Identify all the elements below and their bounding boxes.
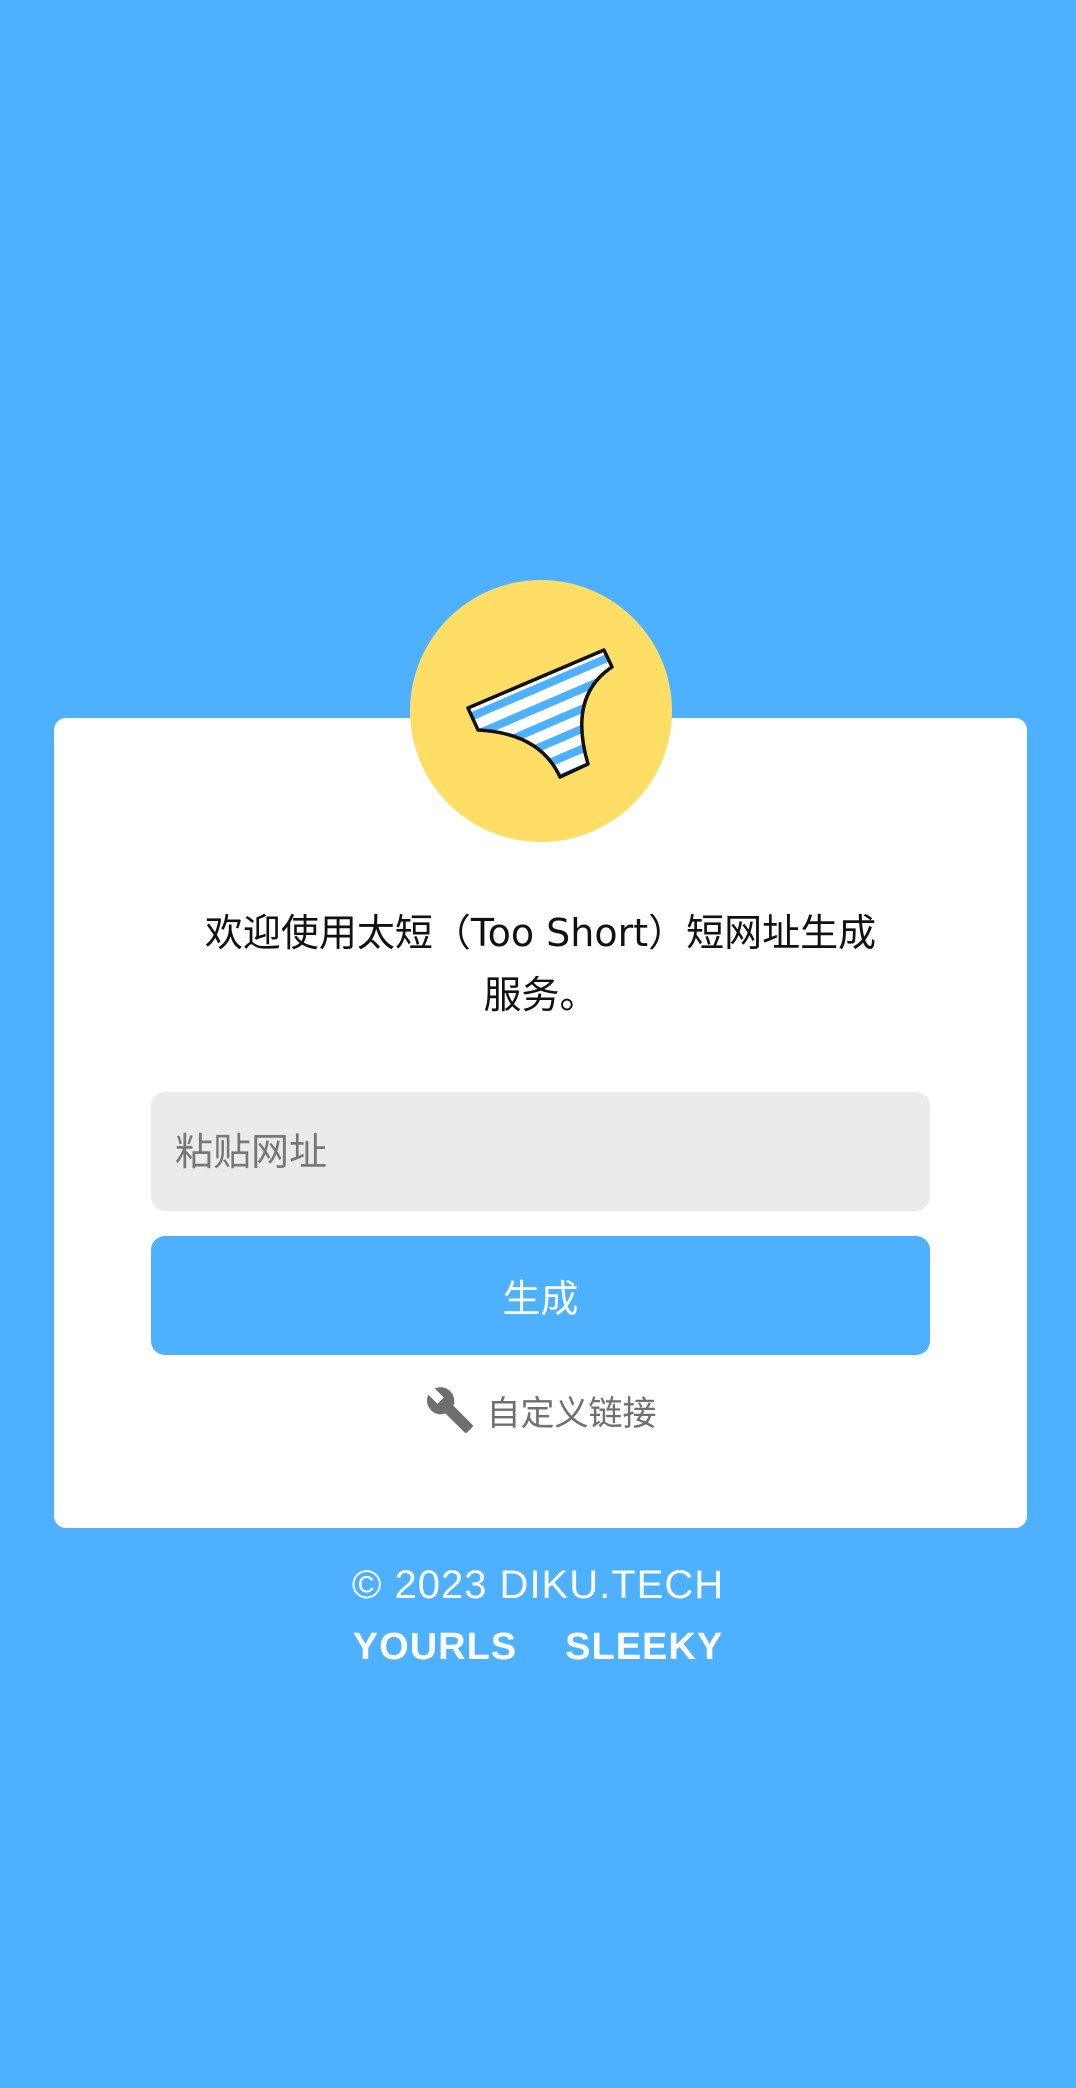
url-input[interactable] — [151, 1092, 930, 1211]
wrench-icon — [426, 1387, 473, 1433]
welcome-message: 欢迎使用太短（Too Short）短网址生成 服务。 — [54, 902, 1027, 1026]
custom-link-toggle[interactable]: 自定义链接 — [54, 1382, 1027, 1438]
sleeky-link[interactable]: SLEEKY — [565, 1626, 723, 1669]
generate-button[interactable]: 生成 — [151, 1236, 930, 1355]
welcome-line-2: 服务。 — [483, 973, 598, 1017]
copyright: © 2023 DIKU.TECH — [351, 1563, 725, 1607]
welcome-line-1: 欢迎使用太短（Too Short）短网址生成 — [204, 911, 877, 955]
striped-underwear-icon — [466, 648, 614, 779]
logo — [410, 580, 672, 842]
yourls-link[interactable]: YOURLS — [353, 1626, 517, 1669]
footer-links: YOURLS SLEEKY — [0, 1626, 1076, 1669]
custom-link-label: 自定义链接 — [486, 1393, 657, 1434]
